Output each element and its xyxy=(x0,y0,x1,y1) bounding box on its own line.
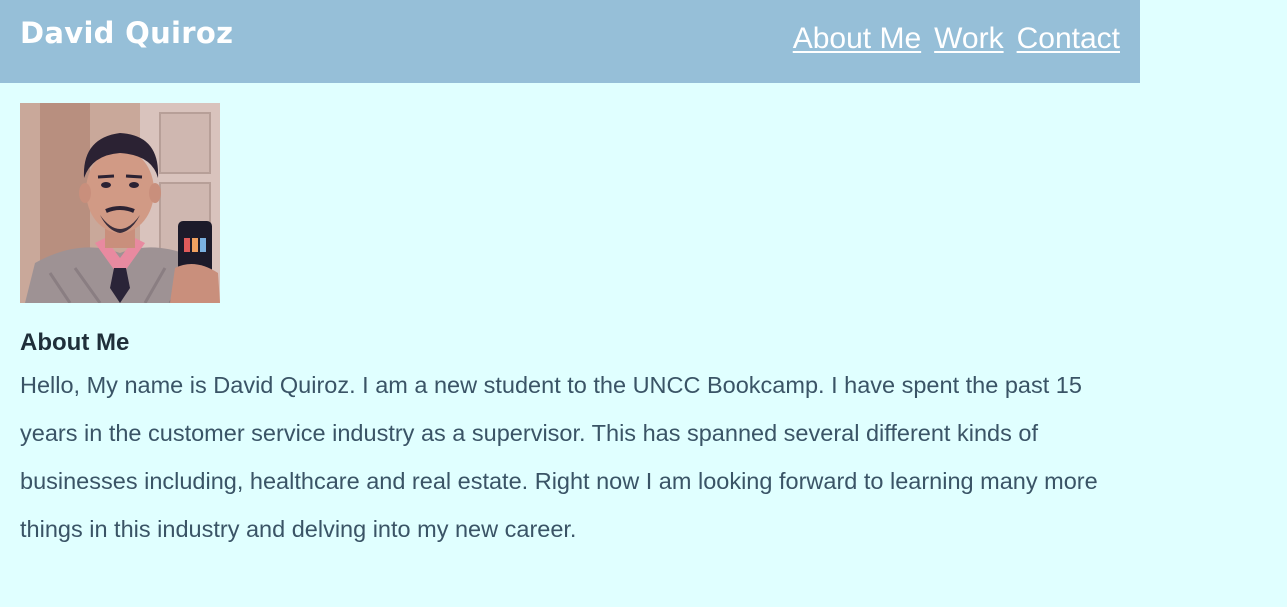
nav-link-about-me[interactable]: About Me xyxy=(793,22,921,56)
main-nav: About Me Work Contact xyxy=(793,22,1120,56)
profile-photo-icon xyxy=(20,103,220,303)
nav-link-work[interactable]: Work xyxy=(934,22,1003,56)
site-title: David Quiroz xyxy=(20,16,234,50)
about-paragraph: Hello, My name is David Quiroz. I am a n… xyxy=(20,372,1098,542)
about-heading: About Me xyxy=(20,329,130,356)
site-header: David Quiroz About Me Work Contact xyxy=(0,0,1140,83)
nav-link-contact[interactable]: Contact xyxy=(1017,22,1120,56)
main-content: About Me Hello, My name is David Quiroz.… xyxy=(20,103,1130,553)
profile-photo xyxy=(20,103,220,303)
